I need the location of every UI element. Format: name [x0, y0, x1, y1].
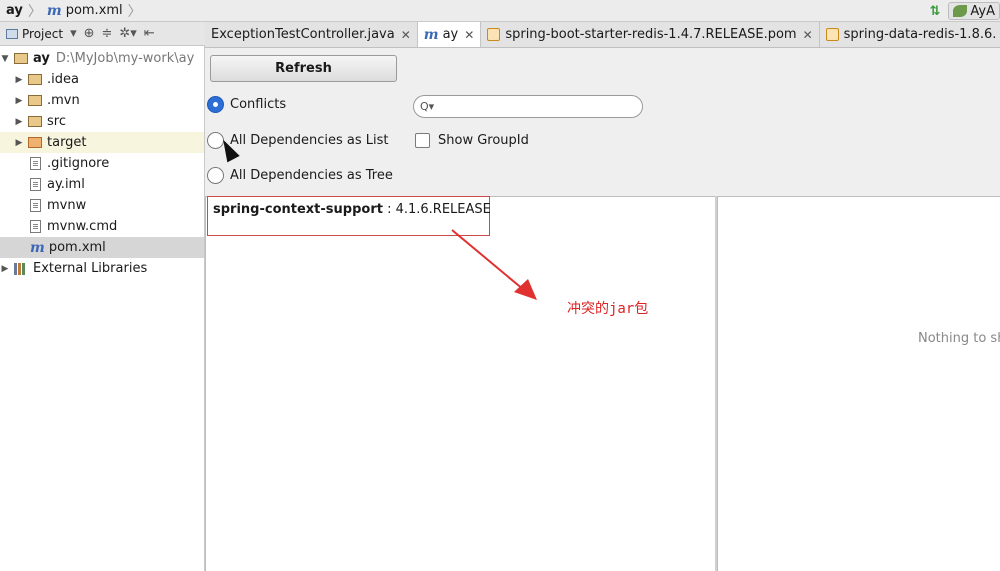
- empty-panel-message: Nothing to sh: [918, 331, 1000, 346]
- annotation-arrow: [451, 229, 537, 300]
- annotation-text: 冲突的jar包: [567, 301, 649, 317]
